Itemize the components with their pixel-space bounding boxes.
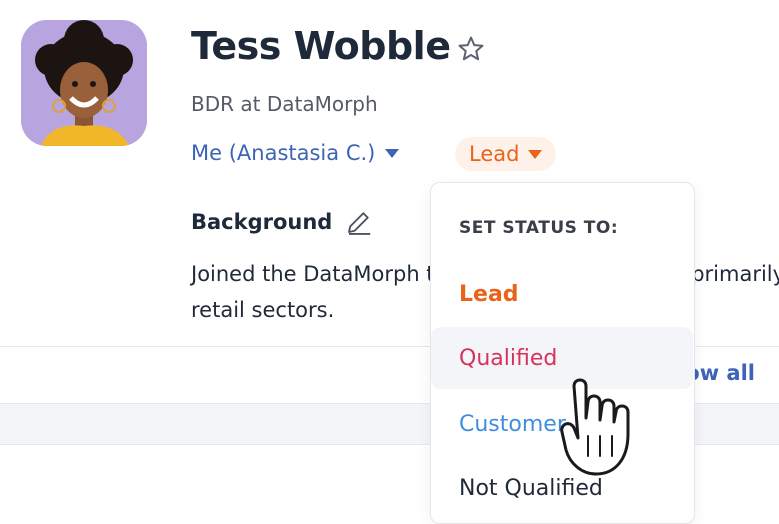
status-option-label: Lead (459, 281, 519, 307)
status-menu: SET STATUS TO: Lead Qualified Customer N… (430, 182, 695, 524)
avatar-photo (21, 20, 147, 146)
status-dropdown-button[interactable]: Lead (455, 137, 557, 171)
status-option-customer[interactable]: Customer (431, 393, 693, 455)
status-option-label: Qualified (459, 345, 558, 371)
pencil-icon[interactable] (344, 207, 374, 237)
status-label: Lead (469, 142, 520, 166)
background-heading: Background (191, 210, 333, 234)
contact-role: BDR at DataMorph (191, 92, 378, 116)
owner-selector[interactable]: Me (Anastasia C.) (191, 141, 400, 165)
chevron-down-icon (528, 149, 543, 159)
status-option-label: Not Qualified (459, 475, 603, 501)
status-option-not-qualified[interactable]: Not Qualified (431, 457, 693, 519)
contact-name: Tess Wobble (191, 24, 451, 68)
avatar (21, 20, 147, 146)
chevron-down-icon (385, 148, 400, 158)
status-option-label: Customer (459, 411, 566, 437)
status-menu-title: SET STATUS TO: (459, 218, 619, 238)
star-outline-icon[interactable] (456, 34, 486, 64)
status-option-lead[interactable]: Lead (431, 263, 693, 325)
status-option-qualified[interactable]: Qualified (431, 327, 693, 389)
owner-label: Me (Anastasia C.) (191, 141, 376, 165)
